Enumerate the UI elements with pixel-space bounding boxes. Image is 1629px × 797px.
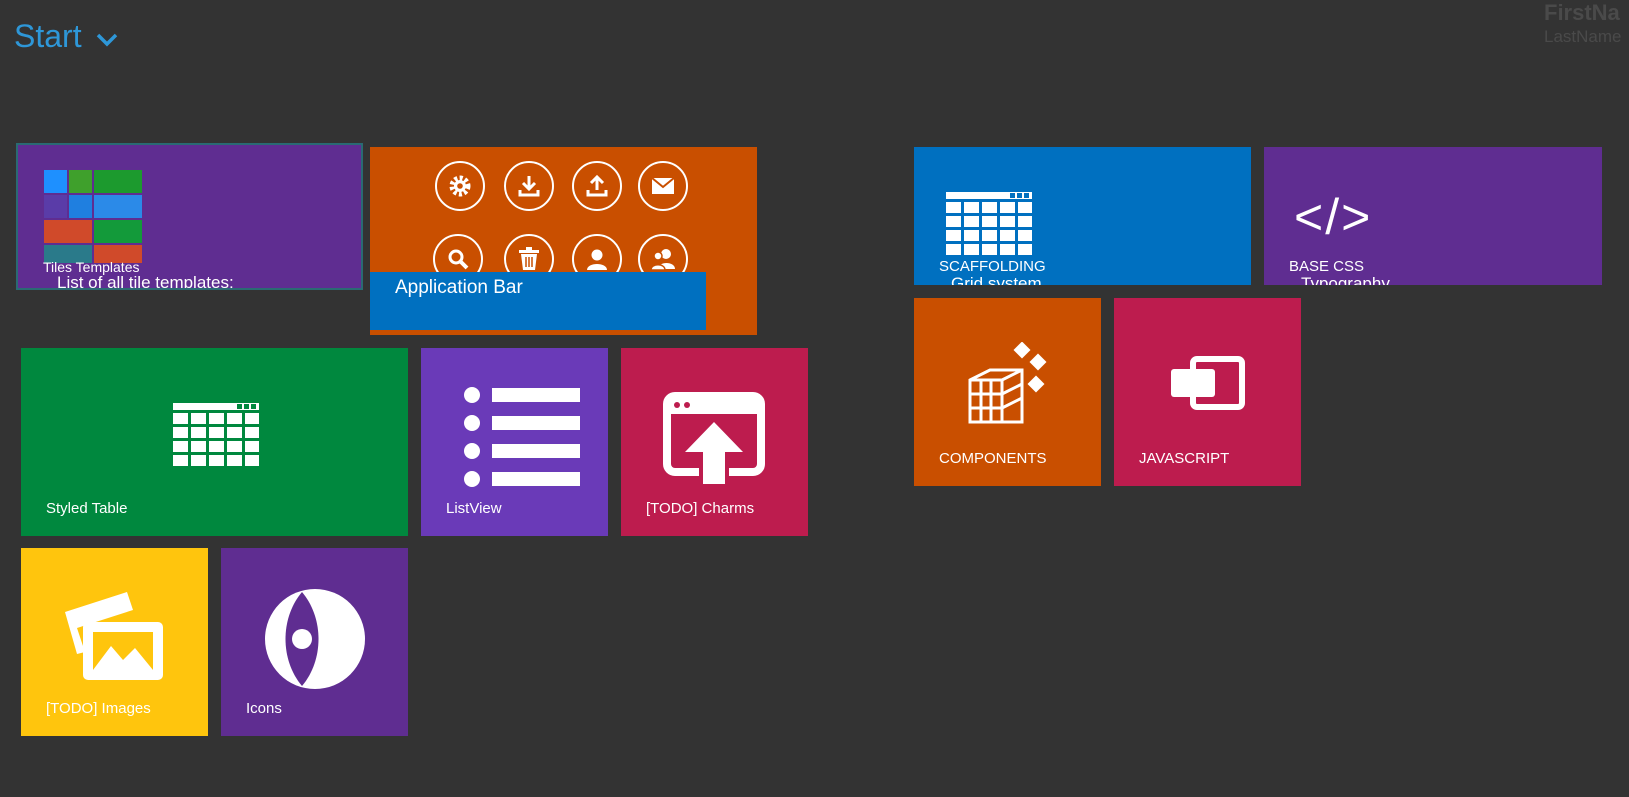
user-last-name: LastName bbox=[1544, 27, 1622, 46]
start-menu-title[interactable]: Start bbox=[14, 18, 118, 55]
tile-label: Application Bar bbox=[395, 277, 523, 298]
tile-label: Icons bbox=[246, 700, 282, 717]
eye-icon bbox=[265, 589, 365, 689]
tile-listview[interactable]: ListView bbox=[421, 348, 608, 536]
cubes-icon bbox=[968, 342, 1047, 424]
share-screen-icon bbox=[663, 392, 765, 484]
gear-icon bbox=[435, 161, 485, 211]
table-icon bbox=[946, 192, 1032, 255]
tile-label: BASE CSS bbox=[1289, 258, 1365, 275]
download-icon bbox=[504, 161, 554, 211]
tile-components[interactable]: COMPONENTS bbox=[914, 298, 1101, 486]
tile-application-bar[interactable]: Application Bar bbox=[370, 147, 757, 335]
tile-charms[interactable]: [TODO] Charms bbox=[621, 348, 808, 536]
table-icon bbox=[173, 403, 259, 466]
tile-label: [TODO] Charms bbox=[646, 500, 755, 517]
tile-label: SCAFFOLDING bbox=[939, 258, 1046, 275]
user-first-name: FirstNa bbox=[1544, 0, 1620, 25]
tile-icons[interactable]: Icons bbox=[221, 548, 408, 736]
tile-scaffolding[interactable]: SCAFFOLDING Grid system bbox=[914, 147, 1251, 285]
list-icon bbox=[464, 387, 580, 487]
tile-images[interactable]: [TODO] Images bbox=[21, 548, 208, 736]
tile-styled-table[interactable]: Styled Table bbox=[21, 348, 408, 536]
application-bar-band: Application Bar bbox=[370, 272, 706, 330]
upload-icon bbox=[572, 161, 622, 211]
tile-tiles-templates[interactable]: Tiles Templates List of all tile templat… bbox=[16, 143, 363, 290]
tile-sublabel: Grid system bbox=[951, 274, 1042, 285]
user-info[interactable]: FirstNa LastName bbox=[1544, 0, 1621, 48]
images-icon bbox=[65, 592, 163, 680]
tile-label: [TODO] Images bbox=[46, 700, 151, 717]
tile-sublabel: Typography bbox=[1301, 274, 1390, 285]
tile-sublabel: List of all tile templates: bbox=[57, 273, 234, 288]
mail-icon bbox=[638, 161, 688, 211]
tile-label: Styled Table bbox=[46, 500, 128, 517]
chevron-down-icon bbox=[96, 33, 117, 46]
tile-javascript[interactable]: JAVASCRIPT bbox=[1114, 298, 1301, 486]
tile-label: JAVASCRIPT bbox=[1139, 450, 1230, 467]
page-title: Start bbox=[14, 18, 82, 54]
code-icon: </> bbox=[1294, 189, 1373, 245]
tile-label: ListView bbox=[446, 500, 502, 517]
tile-base-css[interactable]: </> BASE CSS Typography bbox=[1264, 147, 1602, 285]
tile-label: COMPONENTS bbox=[939, 450, 1047, 467]
window-icon bbox=[1171, 356, 1245, 410]
